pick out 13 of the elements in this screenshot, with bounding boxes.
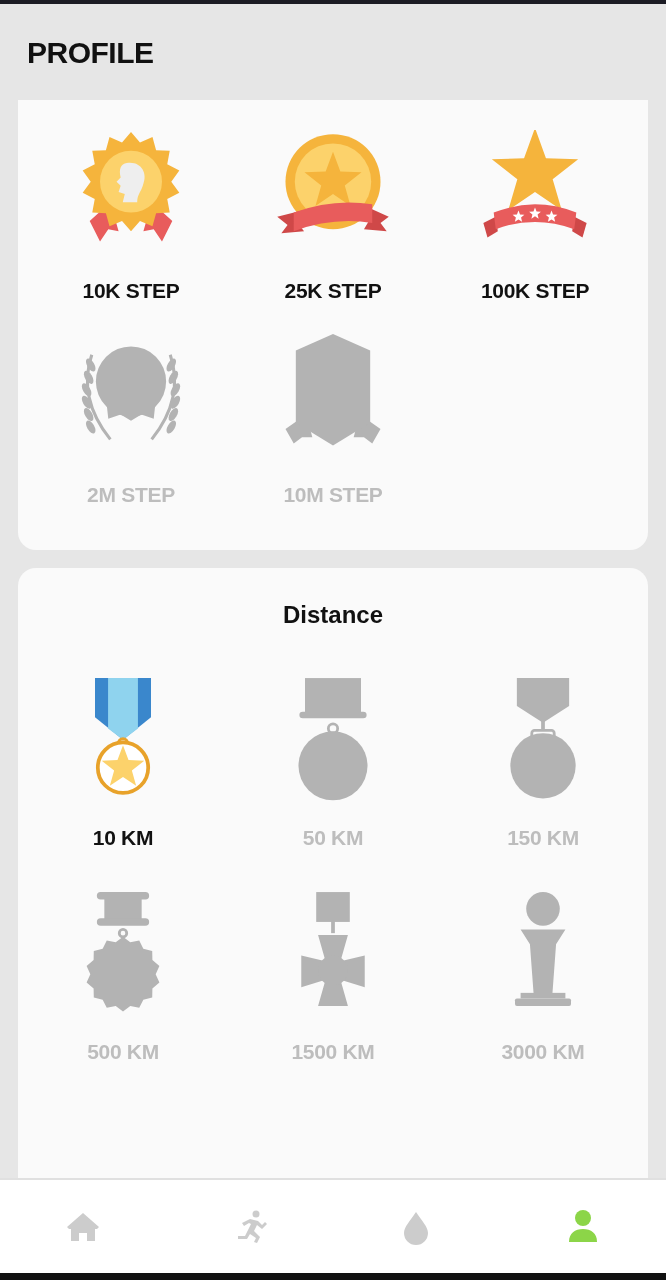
page-title: PROFILE	[27, 35, 154, 71]
badge-label: 10M STEP	[283, 482, 383, 508]
section-title: Distance	[281, 601, 384, 629]
badge-label: 10 KM	[92, 825, 154, 851]
badge-label: 1500 KM	[291, 1039, 375, 1065]
badge-label: 2M STEP	[87, 482, 175, 508]
badge-label: 150 KM	[507, 825, 579, 851]
badge-label: 500 KM	[87, 1039, 159, 1065]
badge-label: 3000 KM	[501, 1039, 585, 1065]
badge-label: 50 KM	[302, 825, 364, 851]
badge-label: 10K STEP	[82, 278, 180, 304]
badge-label: 25K STEP	[284, 278, 382, 304]
badge-label: 100K STEP	[480, 278, 590, 304]
